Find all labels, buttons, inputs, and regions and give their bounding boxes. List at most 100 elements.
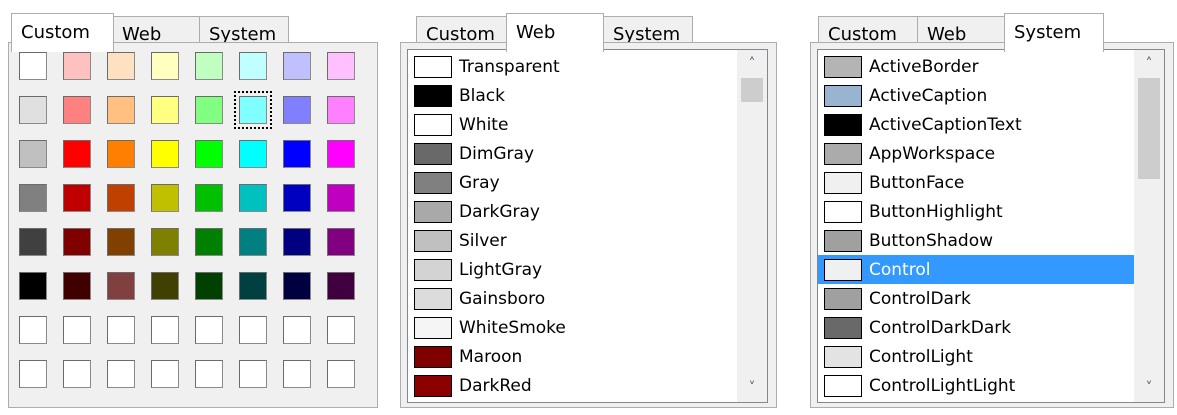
color-swatch[interactable] [107,184,135,212]
web-list-item[interactable]: LightGray [408,255,737,284]
color-swatch[interactable] [283,228,311,256]
color-swatch[interactable] [195,360,223,388]
color-swatch[interactable] [19,360,47,388]
web-list-item[interactable]: Black [408,81,737,110]
scroll-up-arrow-icon[interactable]: ˄ [1134,50,1164,78]
color-swatch[interactable] [63,140,91,168]
color-swatch[interactable] [327,140,355,168]
web-color-list[interactable]: Transparent Black White DimGray Gray DarkGray… [407,49,768,403]
color-swatch[interactable] [195,140,223,168]
color-swatch[interactable] [107,272,135,300]
color-swatch[interactable] [19,184,47,212]
color-swatch[interactable] [63,228,91,256]
tab-system[interactable]: System [1004,13,1104,52]
web-list-item[interactable]: Transparent [408,52,737,81]
tab-custom[interactable]: Custom [11,13,114,52]
color-swatch[interactable] [19,316,47,344]
web-list-item[interactable]: DarkRed [408,371,737,400]
system-list-item[interactable]: ControlDark [818,284,1134,313]
color-swatch[interactable] [107,52,135,80]
color-swatch[interactable] [19,228,47,256]
system-scrollbar[interactable]: ˄ ˅ [1134,50,1164,402]
color-swatch[interactable] [327,360,355,388]
color-swatch[interactable] [327,96,355,124]
color-swatch[interactable] [19,96,47,124]
web-scroll-thumb[interactable] [741,78,763,102]
color-swatch[interactable] [239,52,267,80]
color-swatch[interactable] [63,184,91,212]
scroll-down-arrow-icon[interactable]: ˅ [737,374,767,402]
color-swatch[interactable] [107,228,135,256]
color-swatch[interactable] [283,272,311,300]
color-swatch[interactable] [63,316,91,344]
system-list-item[interactable]: ActiveBorder [818,52,1134,81]
color-swatch[interactable] [239,184,267,212]
web-scrollbar[interactable]: ˄ ˅ [737,50,767,402]
color-swatch[interactable] [283,316,311,344]
system-list-item[interactable]: ControlDarkDark [818,313,1134,342]
system-scroll-thumb[interactable] [1138,78,1160,179]
color-swatch[interactable] [19,52,47,80]
color-swatch[interactable] [107,96,135,124]
color-swatch[interactable] [195,96,223,124]
color-swatch[interactable] [151,96,179,124]
color-swatch[interactable] [151,52,179,80]
color-swatch[interactable] [283,140,311,168]
web-list-item[interactable]: Gray [408,168,737,197]
color-swatch[interactable] [239,316,267,344]
color-swatch[interactable] [151,272,179,300]
system-list-item[interactable]: ControlLightLight [818,371,1134,400]
color-swatch[interactable] [151,140,179,168]
system-list-item[interactable]: AppWorkspace [818,139,1134,168]
color-swatch[interactable] [107,316,135,344]
color-swatch[interactable] [19,272,47,300]
color-swatch[interactable] [195,316,223,344]
web-list-item[interactable]: Gainsboro [408,284,737,313]
color-swatch[interactable] [327,228,355,256]
tab-web[interactable]: Web [506,13,604,52]
color-swatch[interactable] [234,91,272,129]
color-swatch[interactable] [239,360,267,388]
color-swatch[interactable] [283,96,311,124]
color-swatch[interactable] [327,52,355,80]
color-swatch[interactable] [327,272,355,300]
system-list-item[interactable]: ControlLight [818,342,1134,371]
color-swatch[interactable] [63,96,91,124]
color-swatch[interactable] [19,140,47,168]
scroll-up-arrow-icon[interactable]: ˄ [737,50,767,78]
system-list-item[interactable]: Control [818,255,1134,284]
color-swatch[interactable] [195,184,223,212]
web-list-item[interactable]: WhiteSmoke [408,313,737,342]
color-swatch[interactable] [107,360,135,388]
system-list-item[interactable]: ButtonShadow [818,226,1134,255]
system-list-item[interactable]: ButtonHighlight [818,197,1134,226]
color-swatch[interactable] [151,228,179,256]
color-swatch[interactable] [283,184,311,212]
color-swatch[interactable] [151,360,179,388]
color-swatch[interactable] [151,184,179,212]
color-swatch[interactable] [283,360,311,388]
system-list-item[interactable]: ActiveCaptionText [818,110,1134,139]
color-swatch[interactable] [63,272,91,300]
system-color-list[interactable]: ActiveBorder ActiveCaption ActiveCaptionTe… [817,49,1165,403]
color-swatch[interactable] [107,140,135,168]
color-swatch[interactable] [239,140,267,168]
system-list-item[interactable]: ButtonFace [818,168,1134,197]
color-swatch[interactable] [195,52,223,80]
color-swatch[interactable] [195,272,223,300]
color-swatch[interactable] [283,52,311,80]
web-list-item[interactable]: DimGray [408,139,737,168]
color-swatch[interactable] [239,228,267,256]
color-swatch[interactable] [327,316,355,344]
color-swatch[interactable] [151,316,179,344]
web-list-item[interactable]: White [408,110,737,139]
web-list-item[interactable]: DarkGray [408,197,737,226]
web-list-item[interactable]: Silver [408,226,737,255]
color-swatch[interactable] [327,184,355,212]
color-swatch[interactable] [195,228,223,256]
system-list-item[interactable]: ActiveCaption [818,81,1134,110]
color-swatch[interactable] [63,52,91,80]
color-swatch[interactable] [239,272,267,300]
web-list-item[interactable]: Maroon [408,342,737,371]
color-swatch[interactable] [63,360,91,388]
